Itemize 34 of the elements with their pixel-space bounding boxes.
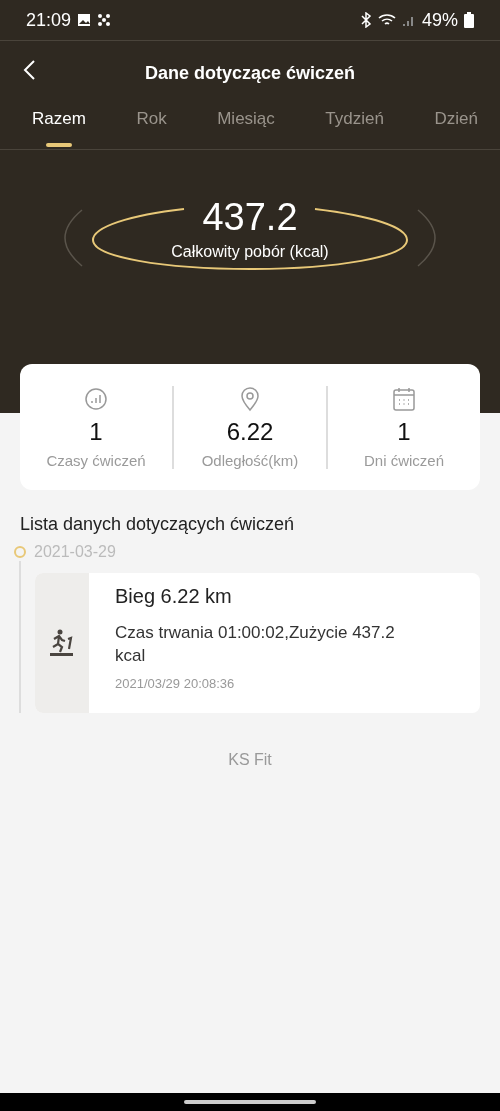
total-calories-value: 437.2 [202, 196, 298, 239]
total-calories-label: Całkowity pobór (kcal) [171, 243, 329, 261]
workout-details: Czas trwania 01:00:02,Zużycie 437.2 kcal [115, 622, 396, 667]
home-handle[interactable] [184, 1100, 316, 1104]
stat-value: 1 [397, 417, 411, 446]
stat-value: 6.22 [226, 417, 274, 446]
chart-icon [84, 386, 108, 411]
period-tab[interactable]: Rok [136, 105, 167, 149]
bluetooth-icon [359, 12, 372, 28]
image-icon [77, 13, 92, 27]
calendar-icon [393, 386, 415, 411]
date-label: 2021-03-29 [34, 543, 116, 561]
period-tab[interactable]: Miesiąc [217, 105, 275, 149]
workout-title: Bieg 6.22 km [115, 585, 233, 608]
stat-label: Czasy ćwiczeń [46, 451, 146, 469]
stat-value: 1 [89, 417, 103, 446]
battery-icon [464, 12, 474, 28]
location-pin-icon [239, 385, 261, 412]
stat-label: Odległość(km) [201, 451, 299, 469]
stat-label: Dni ćwiczeń [364, 451, 444, 469]
battery-percent: 49% [421, 9, 458, 31]
timeline-dot [14, 546, 26, 558]
period-tab[interactable]: Tydzień [325, 105, 384, 149]
app-name: KS Fit [228, 751, 272, 768]
workout-timestamp: 2021/03/29 20:08:36 [115, 675, 236, 691]
back-chevron-icon [22, 59, 36, 81]
wifi-icon [377, 13, 396, 27]
workout-card[interactable]: Bieg 6.22 km Czas trwania 01:00:02,Zużycie 437.2 kcal 2021/03/29 20:08:36 [35, 573, 480, 713]
screen-title: Dane dotyczące ćwiczeń [144, 62, 356, 84]
status-time: 21:09 [26, 9, 72, 31]
period-tab[interactable]: Razem [32, 105, 86, 149]
treadmill-runner-icon [49, 629, 75, 657]
period-tab[interactable]: Dzień [434, 105, 478, 149]
list-title: Lista danych dotyczących ćwiczeń [20, 514, 296, 535]
